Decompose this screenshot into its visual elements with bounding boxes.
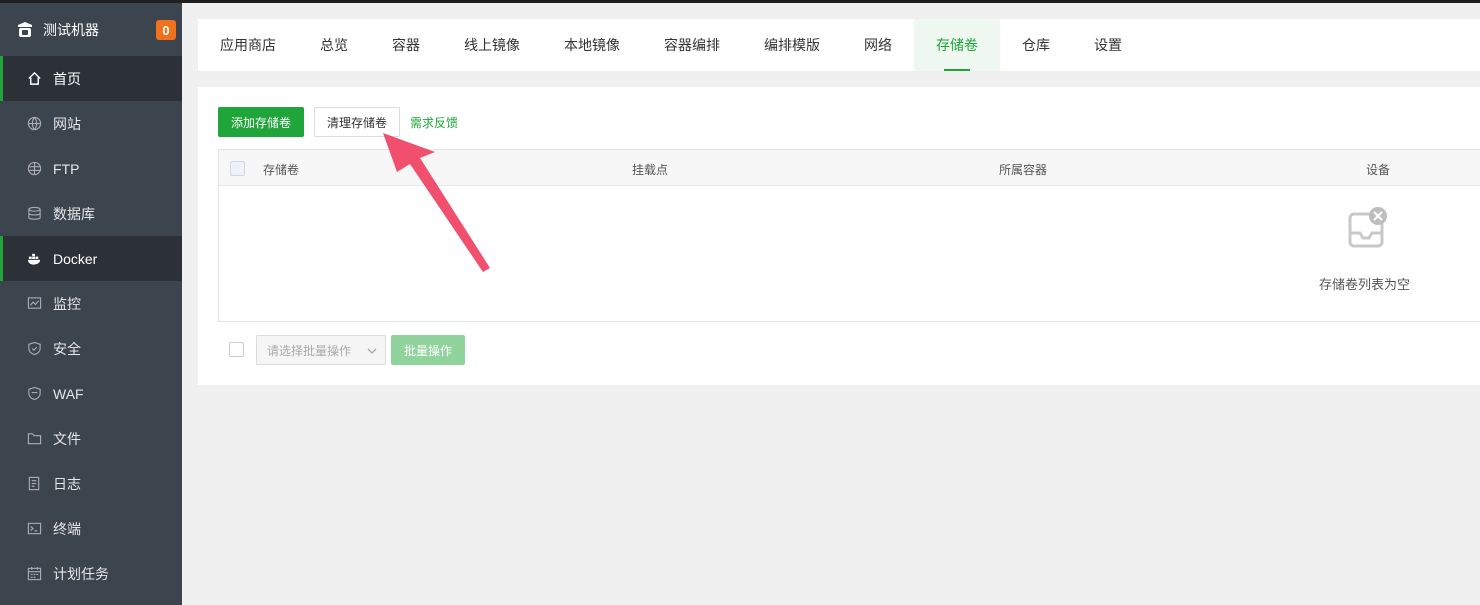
tab-network[interactable]: 网络 bbox=[842, 19, 914, 71]
sidebar-item-label: FTP bbox=[53, 160, 80, 177]
sidebar-header[interactable]: 测试机器 0 bbox=[0, 3, 182, 56]
sidebar-item-logs[interactable]: 日志 bbox=[0, 461, 182, 506]
server-logo-icon bbox=[16, 21, 34, 39]
chevron-down-icon bbox=[367, 345, 377, 355]
column-mount-point[interactable]: 挂载点 bbox=[632, 161, 668, 178]
tab-compose[interactable]: 容器编排 bbox=[642, 19, 742, 71]
sidebar-item-database[interactable]: 数据库 bbox=[0, 191, 182, 236]
table-header: 存储卷 挂载点 所属容器 设备 bbox=[219, 150, 1480, 186]
tab-registry[interactable]: 仓库 bbox=[1000, 19, 1072, 71]
sidebar-item-monitor[interactable]: 监控 bbox=[0, 281, 182, 326]
docker-tabs: 应用商店 总览 容器 线上镜像 本地镜像 容器编排 编排模版 网络 存储卷 仓库 设置 bbox=[198, 19, 1480, 71]
docker-icon bbox=[27, 251, 42, 266]
sidebar-item-cron-tasks[interactable]: 计划任务 bbox=[0, 551, 182, 596]
tab-compose-templates[interactable]: 编排模版 bbox=[742, 19, 842, 71]
home-icon bbox=[27, 71, 42, 86]
sidebar-item-label: 网站 bbox=[53, 115, 81, 132]
calendar-icon bbox=[27, 566, 42, 581]
batch-select-placeholder: 请选择批量操作 bbox=[267, 343, 352, 358]
sidebar-item-ftp[interactable]: FTP bbox=[0, 146, 182, 191]
terminal-icon bbox=[27, 521, 42, 536]
window-top-border bbox=[0, 0, 1480, 3]
sidebar-item-terminal[interactable]: 终端 bbox=[0, 506, 182, 551]
volume-panel: 添加存储卷 清理存储卷 需求反馈 存储卷 挂载点 所属容器 设备 存储卷列表为空… bbox=[198, 87, 1480, 385]
sidebar-item-label: 安全 bbox=[53, 340, 81, 357]
sidebar-item-label: 数据库 bbox=[53, 205, 95, 222]
add-volume-button[interactable]: 添加存储卷 bbox=[218, 107, 304, 137]
folder-icon bbox=[27, 431, 42, 446]
monitor-chart-icon bbox=[27, 296, 42, 311]
sidebar-item-home[interactable]: 首页 bbox=[0, 56, 182, 101]
clean-volume-button[interactable]: 清理存储卷 bbox=[314, 107, 400, 137]
sidebar-item-label: 终端 bbox=[53, 520, 81, 537]
server-name: 测试机器 bbox=[43, 21, 99, 38]
sidebar-item-label: 计划任务 bbox=[53, 565, 109, 582]
tab-settings[interactable]: 设置 bbox=[1072, 19, 1144, 71]
notification-badge[interactable]: 0 bbox=[156, 20, 176, 40]
empty-list-text: 存储卷列表为空 bbox=[1319, 277, 1411, 292]
sidebar-item-label: 日志 bbox=[53, 475, 81, 492]
database-icon bbox=[27, 206, 42, 221]
ftp-globe-icon bbox=[27, 161, 42, 176]
select-all-checkbox[interactable] bbox=[230, 161, 245, 176]
sidebar-item-label: 首页 bbox=[53, 70, 81, 87]
volume-table: 存储卷 挂载点 所属容器 设备 存储卷列表为空 bbox=[218, 149, 1480, 322]
sidebar-item-waf[interactable]: WAF bbox=[0, 371, 182, 416]
column-container[interactable]: 所属容器 bbox=[999, 161, 1047, 178]
sidebar-item-docker[interactable]: Docker bbox=[0, 236, 182, 281]
tab-overview[interactable]: 总览 bbox=[298, 19, 370, 71]
column-device[interactable]: 设备 bbox=[1366, 161, 1390, 178]
empty-box-icon bbox=[1347, 207, 1389, 251]
shield-check-icon bbox=[27, 341, 42, 356]
sidebar-item-label: Docker bbox=[53, 250, 98, 267]
batch-operation-button[interactable]: 批量操作 bbox=[391, 335, 465, 365]
sidebar-item-website[interactable]: 网站 bbox=[0, 101, 182, 146]
sidebar-item-label: WAF bbox=[53, 385, 84, 402]
tab-online-images[interactable]: 线上镜像 bbox=[442, 19, 542, 71]
tab-local-images[interactable]: 本地镜像 bbox=[542, 19, 642, 71]
feedback-link[interactable]: 需求反馈 bbox=[410, 114, 458, 131]
batch-operation-select[interactable]: 请选择批量操作 bbox=[256, 335, 386, 365]
globe-icon bbox=[27, 116, 42, 131]
tab-app-store[interactable]: 应用商店 bbox=[198, 19, 298, 71]
sidebar-item-label: 文件 bbox=[53, 430, 81, 447]
shield-icon bbox=[27, 386, 42, 401]
sidebar-item-files[interactable]: 文件 bbox=[0, 416, 182, 461]
sidebar-item-security[interactable]: 安全 bbox=[0, 326, 182, 371]
tab-volumes[interactable]: 存储卷 bbox=[914, 19, 1000, 71]
batch-select-checkbox[interactable] bbox=[229, 342, 244, 357]
sidebar: 测试机器 0 首页网站 FTP 数据库 Docker 监控安全 WAF 文件日志终端计划任务 bbox=[0, 3, 182, 605]
tab-containers[interactable]: 容器 bbox=[370, 19, 442, 71]
sidebar-item-label: 监控 bbox=[53, 295, 81, 312]
log-file-icon bbox=[27, 476, 42, 491]
column-volume[interactable]: 存储卷 bbox=[263, 161, 299, 178]
